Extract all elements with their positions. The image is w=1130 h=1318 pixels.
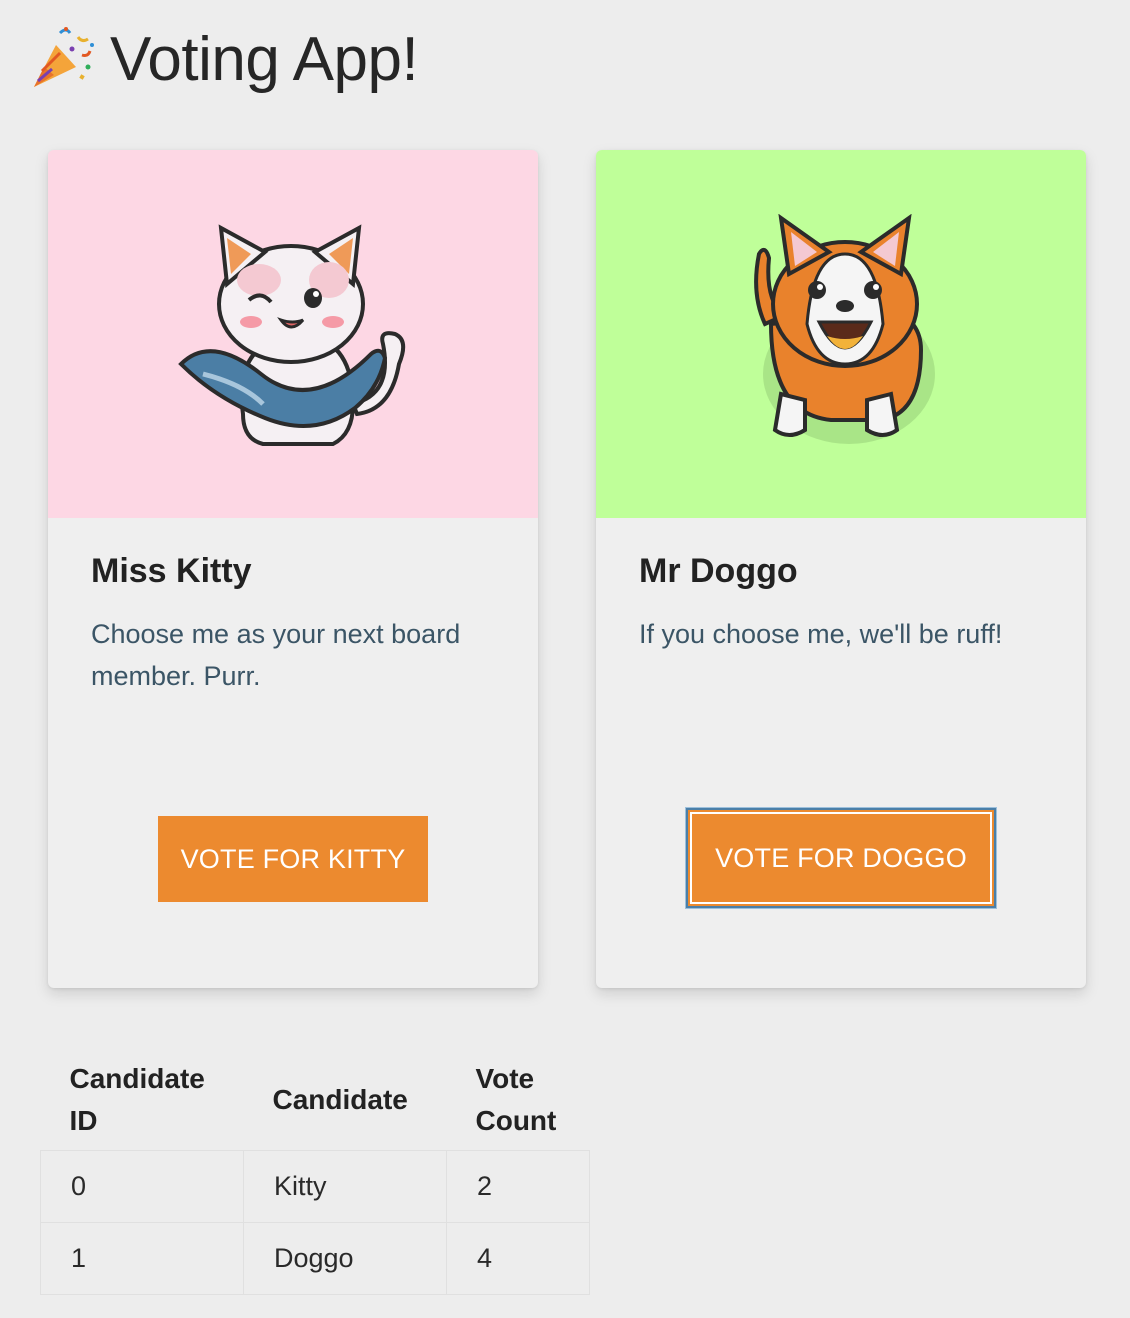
app-header: Voting App! (30, 20, 419, 100)
column-header-vote-count: Vote Count (475, 1063, 557, 1136)
table-header-row: Candidate ID Candidate Vote Count (41, 1050, 590, 1151)
table-row: 0 Kitty 2 (40, 1150, 590, 1223)
app-title: Voting App! (110, 25, 419, 94)
corgi-illustration (754, 214, 935, 444)
candidate-description: If you choose me, we'll be ruff! (639, 619, 1003, 649)
column-header-candidate-id: Candidate ID (69, 1063, 205, 1136)
candidate-description: Choose me as your next board member. Pur… (91, 619, 461, 691)
table-row: 1 Doggo 4 (40, 1222, 590, 1295)
vote-doggo-button[interactable]: VOTE FOR DOGGO (690, 812, 992, 904)
table-cell: 2 (446, 1150, 590, 1223)
results-table: Candidate ID Candidate Vote Count 0 Kitt… (40, 1050, 590, 1295)
table-cell: Doggo (243, 1222, 447, 1295)
voting-app-page: Voting App! Miss Kitty Choose me as your… (0, 0, 1130, 1318)
candidate-name: Miss Kitty (91, 552, 252, 590)
candidate-name: Mr Doggo (639, 552, 798, 590)
candidate-card-body: Mr Doggo If you choose me, we'll be ruff… (596, 518, 1086, 753)
column-header-candidate: Candidate (272, 1084, 408, 1115)
candidate-card-body: Miss Kitty Choose me as your next board … (48, 518, 538, 753)
party-popper-icon (34, 27, 94, 87)
candidate-card-doggo: Mr Doggo If you choose me, we'll be ruff… (596, 150, 1086, 988)
table-cell: 0 (40, 1150, 244, 1223)
candidate-image-area (596, 150, 1086, 518)
table-cell: 1 (40, 1222, 244, 1295)
table-cell: Kitty (243, 1150, 447, 1223)
candidate-image-area (48, 150, 538, 518)
candidate-card-kitty: Miss Kitty Choose me as your next board … (48, 150, 538, 988)
cat-illustration (178, 224, 406, 446)
vote-kitty-button[interactable]: VOTE FOR KITTY (158, 816, 428, 902)
table-cell: 4 (446, 1222, 590, 1295)
